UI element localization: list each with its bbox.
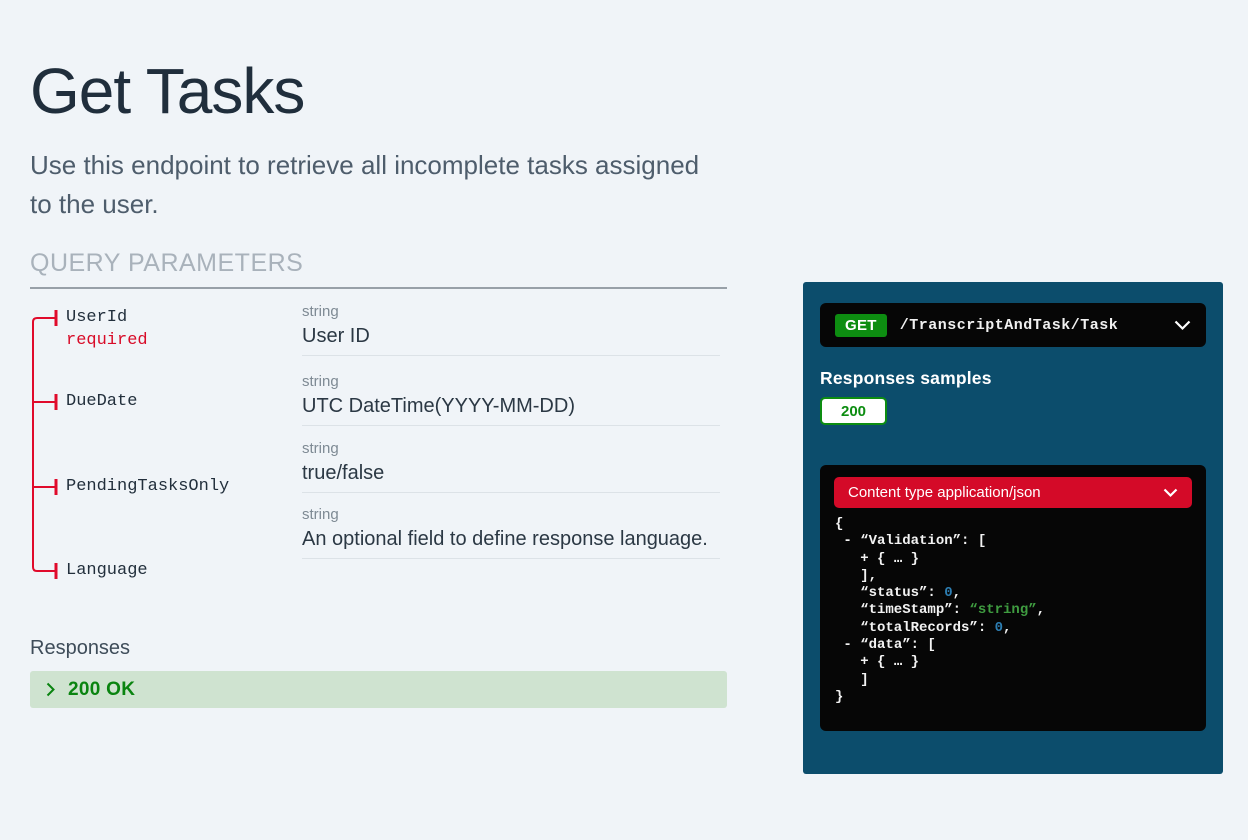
parameter-name-pendingtasksonly: PendingTasksOnly [66,477,229,496]
parameter-name-language: Language [66,561,148,580]
expand-toggle[interactable]: + [860,654,868,670]
parameter-description: true/false [302,460,720,487]
response-200-row[interactable]: 200 OK [30,671,727,708]
json-text: , [1003,620,1011,636]
parameter-description: An optional field to define response lan… [302,526,720,553]
parameter-row: string UTC DateTime(YYYY-MM-DD) [302,373,720,426]
chevron-right-icon [46,682,55,697]
responses-heading: Responses [30,637,130,660]
parameter-type: string [302,303,720,321]
json-text: { … } [869,654,919,670]
parameter-type: string [302,440,720,458]
sample-panel: GET /TranscriptAndTask/Task Responses sa… [803,282,1223,774]
json-text [835,551,860,567]
expand-toggle[interactable]: - [843,637,851,653]
page-description: Use this endpoint to retrieve all incomp… [30,146,720,224]
parameter-tree-lines [30,304,60,589]
json-string-value: “string” [969,602,1036,618]
json-text: , [953,585,961,601]
endpoint-path: /TranscriptAndTask/Task [900,317,1174,334]
parameter-name-userid: UserId [66,308,127,327]
parameter-type: string [302,506,720,524]
json-text: { [835,516,843,532]
parameter-description: UTC DateTime(YYYY-MM-DD) [302,393,720,420]
json-text: “status”: [835,585,944,601]
expand-toggle[interactable]: - [843,533,851,549]
parameter-row: string An optional field to define respon… [302,506,720,559]
json-text [835,654,860,670]
parameter-row: string true/false [302,440,720,493]
json-number-value: 0 [995,620,1003,636]
http-method-badge: GET [835,314,887,337]
json-text: , [1037,602,1045,618]
page-title: Get Tasks [30,54,304,128]
parameter-description: User ID [302,323,720,350]
json-text: “totalRecords”: [835,620,995,636]
status-200-tab[interactable]: 200 [820,397,887,425]
parameter-name-duedate: DueDate [66,392,137,411]
parameter-row: string User ID [302,303,720,356]
response-code-label: 200 OK [68,679,135,701]
chevron-down-icon [1174,320,1191,331]
json-text: ], [835,568,877,584]
content-type-label: Content type application/json [848,484,1041,501]
query-parameters-heading: QUERY PARAMETERS [30,249,727,289]
json-text: ] [835,672,869,688]
expand-toggle[interactable]: + [860,551,868,567]
chevron-down-icon [1163,488,1178,498]
api-doc-page: { "header": { "title": "Get Tasks", "des… [0,0,1248,840]
json-text: “timeStamp”: [835,602,969,618]
json-text: { … } [869,551,919,567]
content-type-dropdown[interactable]: Content type application/json [834,477,1192,508]
parameter-required-badge: required [66,331,148,350]
endpoint-dropdown[interactable]: GET /TranscriptAndTask/Task [820,303,1206,347]
json-text: “data”: [ [852,637,936,653]
json-number-value: 0 [944,585,952,601]
parameter-type: string [302,373,720,391]
responses-samples-heading: Responses samples [820,368,992,389]
json-text: “Validation”: [ [852,533,986,549]
json-text: } [835,689,843,705]
response-sample-box: Content type application/json { - “Valid… [820,465,1206,731]
json-sample-code: { - “Validation”: [ + { … } ], “status”:… [835,516,1045,706]
